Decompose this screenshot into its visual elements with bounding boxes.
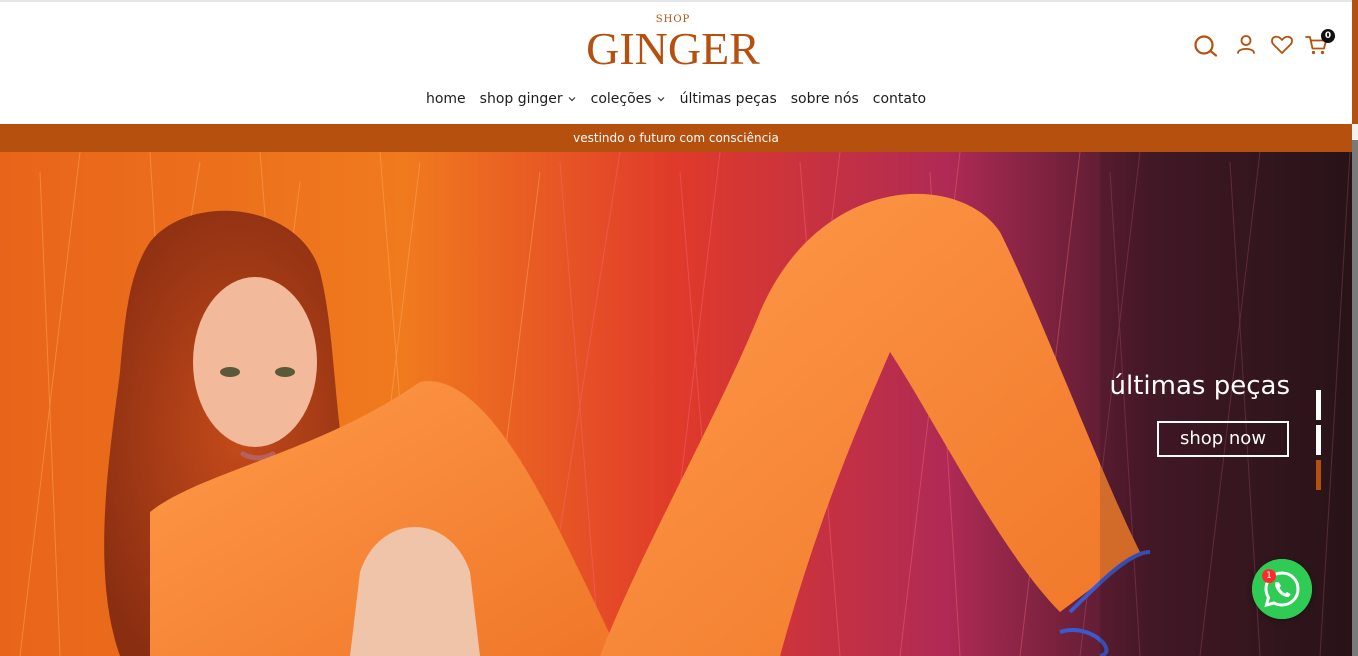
nav-item-shop-ginger[interactable]: shop ginger xyxy=(480,91,577,107)
slider-dot-2[interactable] xyxy=(1316,425,1321,455)
nav-item-ultimas-pecas[interactable]: últimas peças xyxy=(680,91,777,107)
nav-item-contato[interactable]: contato xyxy=(873,91,926,107)
slider-pagination xyxy=(1316,390,1322,490)
chevron-down-icon xyxy=(656,94,666,104)
scrollbar[interactable] xyxy=(1352,0,1358,656)
brand-logo[interactable]: SHOP GINGER xyxy=(585,14,761,76)
user-icon[interactable] xyxy=(1233,32,1259,58)
brand-logo-name: GINGER xyxy=(586,23,760,74)
page: SHOP GINGER 0 home shop ginger coleções … xyxy=(0,0,1358,656)
cart-count-badge: 0 xyxy=(1321,29,1335,43)
whatsapp-badge: 1 xyxy=(1262,569,1276,583)
heart-icon[interactable] xyxy=(1269,32,1295,58)
main-nav: home shop ginger coleções últimas peças xyxy=(0,90,1352,112)
hero-image xyxy=(0,152,1352,656)
header-actions: 0 xyxy=(1192,29,1342,60)
whatsapp-icon xyxy=(1252,559,1312,619)
shop-now-button[interactable]: shop now xyxy=(1157,421,1289,457)
nav-item-label: shop ginger xyxy=(479,91,563,107)
nav-item-label: contato xyxy=(872,91,927,107)
scrollbar-thumb[interactable] xyxy=(1352,0,1358,124)
whatsapp-button[interactable] xyxy=(1252,559,1312,619)
site-header: SHOP GINGER 0 home shop ginger coleções … xyxy=(0,2,1352,124)
chevron-down-icon xyxy=(567,94,577,104)
slider-dot-1[interactable] xyxy=(1316,390,1321,420)
scrollbar-track-lower xyxy=(1352,140,1358,656)
hero-title: últimas peças xyxy=(1109,371,1290,401)
nav-item-label: home xyxy=(425,91,466,107)
hero-slider: últimas peças shop now xyxy=(0,152,1352,656)
nav-item-label: últimas peças xyxy=(679,91,777,107)
nav-item-home[interactable]: home xyxy=(426,91,466,107)
nav-item-sobre-nos[interactable]: sobre nós xyxy=(791,91,859,107)
nav-item-label: sobre nós xyxy=(790,91,859,107)
nav-item-label: coleções xyxy=(590,91,652,107)
cart-icon[interactable]: 0 xyxy=(1304,29,1335,58)
announcement-bar: vestindo o futuro com consciência xyxy=(0,124,1352,152)
nav-item-colecoes[interactable]: coleções xyxy=(591,91,666,107)
search-icon[interactable] xyxy=(1192,32,1218,58)
slider-dot-3[interactable] xyxy=(1316,460,1321,490)
announcement-text: vestindo o futuro com consciência xyxy=(573,131,779,145)
